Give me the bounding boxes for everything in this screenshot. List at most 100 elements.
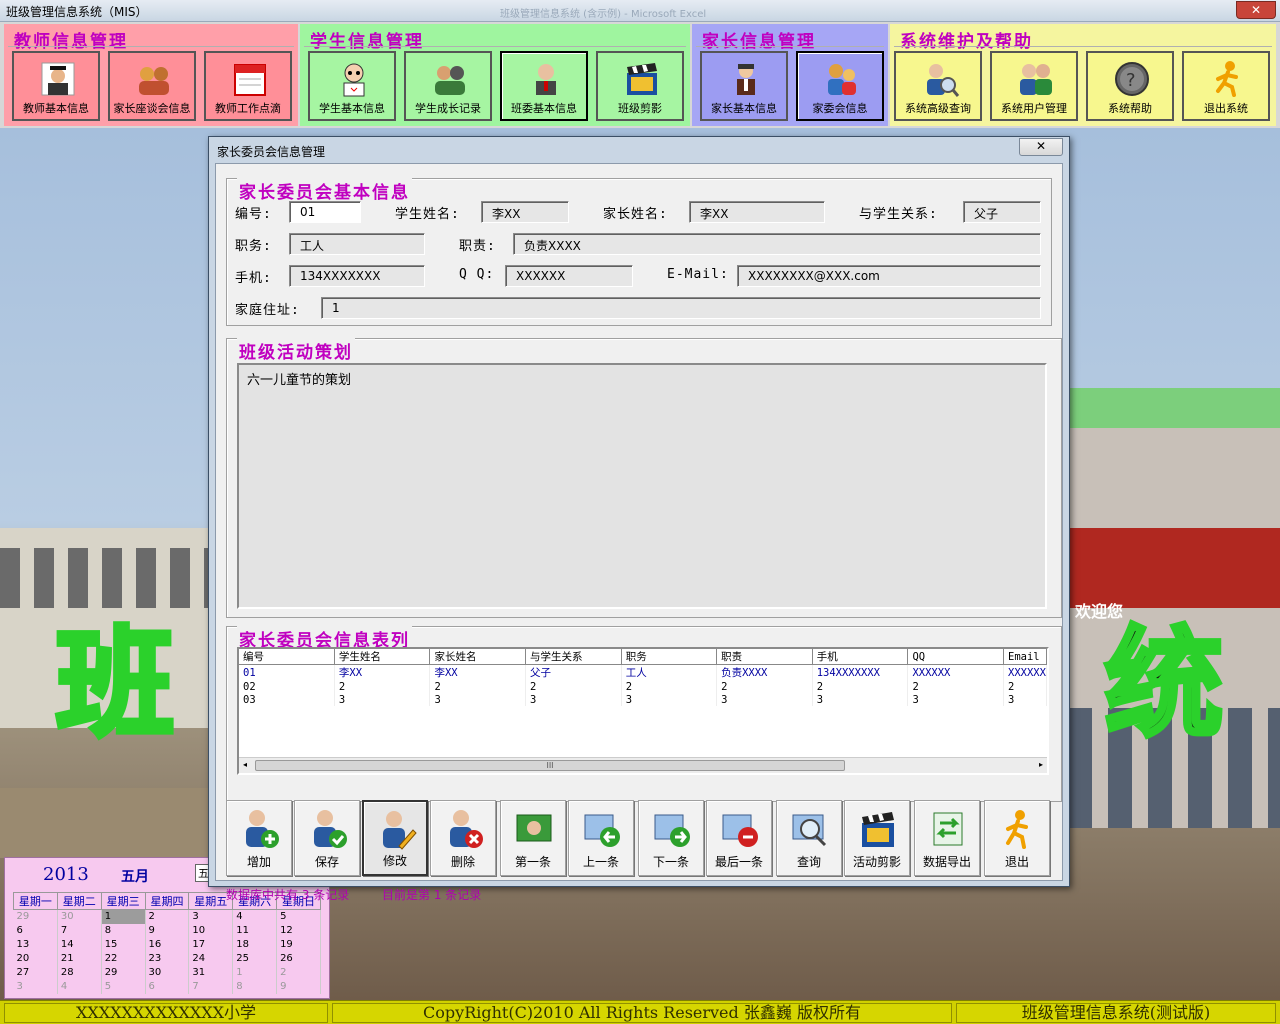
job-field[interactable]: 工人 <box>289 233 425 255</box>
relation-field[interactable]: 父子 <box>963 201 1041 223</box>
parent-committee-button[interactable]: 家委会信息 <box>796 51 884 121</box>
calendar-day[interactable]: 1 <box>232 965 278 980</box>
activity-plan-textarea[interactable]: 六一儿童节的策划 <box>237 363 1047 609</box>
calendar-day[interactable]: 23 <box>145 951 190 966</box>
calendar-day[interactable]: 3 <box>13 979 58 994</box>
column-header[interactable]: 编号 <box>239 649 335 665</box>
table-row[interactable]: 02 2 2 2 2 2 2 2 2 <box>239 680 1047 693</box>
calendar-day[interactable]: 11 <box>232 923 278 938</box>
edit-button[interactable]: 修改 <box>362 800 428 876</box>
calendar-day[interactable]: 17 <box>188 937 234 952</box>
save-button[interactable]: 保存 <box>294 800 360 876</box>
calendar-day[interactable]: 6 <box>145 979 190 994</box>
horizontal-scrollbar[interactable]: ◂ III ▸ <box>239 757 1047 773</box>
parent-meeting-button[interactable]: 家长座谈会信息 <box>108 51 196 121</box>
teacher-info-button[interactable]: 教师基本信息 <box>12 51 100 121</box>
calendar-day[interactable]: 19 <box>276 937 321 952</box>
search-button[interactable]: 查询 <box>776 800 842 876</box>
id-field[interactable]: 01 <box>289 201 361 223</box>
calendar-day[interactable]: 12 <box>276 923 321 938</box>
calendar-day[interactable]: 15 <box>101 937 146 952</box>
address-field[interactable]: 1 <box>321 297 1041 319</box>
advanced-query-button[interactable]: 系统高级查询 <box>894 51 982 121</box>
calendar-day[interactable]: 2 <box>145 909 190 924</box>
calendar-day[interactable]: 8 <box>232 979 278 994</box>
record-grid[interactable]: 编号 学生姓名 家长姓名 与学生关系 职务 职责 手机 QQ Email 01 … <box>237 647 1049 775</box>
exit-system-button[interactable]: 退出系统 <box>1182 51 1270 121</box>
table-row[interactable]: 01 李XX 李XX 父子 工人 负责XXXX 134XXXXXXX XXXXX… <box>239 664 1047 680</box>
calendar-day[interactable]: 13 <box>13 937 58 952</box>
arrow-left-icon <box>584 814 620 847</box>
scroll-right-arrow-icon[interactable]: ▸ <box>1039 760 1043 769</box>
column-header[interactable]: 与学生关系 <box>525 649 622 665</box>
dialog-close-button[interactable]: ✕ <box>1019 138 1063 156</box>
first-record-button[interactable]: 第一条 <box>500 800 566 876</box>
column-header[interactable]: QQ <box>907 649 1004 665</box>
column-header[interactable]: Email <box>1003 649 1047 665</box>
calendar-day[interactable]: 25 <box>232 951 278 966</box>
calendar-day[interactable]: 4 <box>232 909 278 924</box>
export-data-button[interactable]: 数据导出 <box>914 800 980 876</box>
system-help-button[interactable]: ? 系统帮助 <box>1086 51 1174 121</box>
scroll-left-arrow-icon[interactable]: ◂ <box>243 760 247 769</box>
user-management-button[interactable]: 系统用户管理 <box>990 51 1078 121</box>
calendar-day[interactable]: 5 <box>276 909 321 924</box>
column-header[interactable]: 家长姓名 <box>429 649 527 665</box>
duty-field[interactable]: 负责XXXX <box>513 233 1041 255</box>
column-header[interactable]: 学生姓名 <box>334 649 431 665</box>
calendar-day[interactable]: 24 <box>188 951 234 966</box>
column-header[interactable]: 手机 <box>812 649 909 665</box>
calendar-day[interactable]: 30 <box>57 909 102 924</box>
frame-title: 家长委员会基本信息 <box>237 178 412 203</box>
class-album-button[interactable]: 班级剪影 <box>596 51 684 121</box>
calendar-day[interactable]: 7 <box>57 923 102 938</box>
calendar-day[interactable]: 29 <box>13 909 58 924</box>
activity-album-button[interactable]: 活动剪影 <box>844 800 910 876</box>
table-row[interactable]: 03 3 3 3 3 3 3 3 3 <box>239 693 1047 706</box>
student-name-field[interactable]: 李XX <box>481 201 569 223</box>
class-committee-button[interactable]: 班委基本信息 <box>500 51 588 121</box>
email-field[interactable]: XXXXXXXX@XXX.com <box>737 265 1041 287</box>
calendar-day[interactable]: 7 <box>188 979 234 994</box>
next-record-button[interactable]: 下一条 <box>638 800 704 876</box>
calendar-day-selected[interactable]: 1 <box>101 909 146 924</box>
calendar-day[interactable]: 30 <box>145 965 190 980</box>
calendar-day[interactable]: 9 <box>276 979 321 994</box>
calendar-day[interactable]: 26 <box>276 951 321 966</box>
parent-info-button[interactable]: 家长基本信息 <box>700 51 788 121</box>
calendar-day[interactable]: 31 <box>188 965 234 980</box>
calendar-day[interactable]: 10 <box>188 923 234 938</box>
column-header[interactable]: 职务 <box>621 649 718 665</box>
calendar-day[interactable]: 6 <box>13 923 58 938</box>
column-header[interactable]: 职责 <box>716 649 813 665</box>
calendar-day[interactable]: 21 <box>57 951 102 966</box>
calendar-day[interactable]: 27 <box>13 965 58 980</box>
calendar-day[interactable]: 14 <box>57 937 102 952</box>
calendar-day[interactable]: 22 <box>101 951 146 966</box>
exit-button[interactable]: 退出 <box>984 800 1050 876</box>
parent-name-field[interactable]: 李XX <box>689 201 825 223</box>
arrow-right-icon <box>654 814 690 847</box>
delete-button[interactable]: 删除 <box>430 800 496 876</box>
previous-record-button[interactable]: 上一条 <box>568 800 634 876</box>
teacher-notes-button[interactable]: 教师工作点滴 <box>204 51 292 121</box>
calendar-day[interactable]: 9 <box>145 923 190 938</box>
calendar-day[interactable]: 4 <box>57 979 102 994</box>
student-info-button[interactable]: 学生基本信息 <box>308 51 396 121</box>
calendar-day[interactable]: 8 <box>101 923 146 938</box>
app-close-button[interactable]: ✕ <box>1236 1 1276 19</box>
calendar-day[interactable]: 3 <box>188 909 234 924</box>
calendar-day[interactable]: 20 <box>13 951 58 966</box>
calendar-day[interactable]: 18 <box>232 937 278 952</box>
add-button[interactable]: 增加 <box>226 800 292 876</box>
scroll-thumb[interactable]: III <box>255 760 845 771</box>
calendar-day[interactable]: 5 <box>101 979 146 994</box>
calendar-day[interactable]: 28 <box>57 965 102 980</box>
calendar-day[interactable]: 2 <box>276 965 321 980</box>
phone-field[interactable]: 134XXXXXXX <box>289 265 425 287</box>
growth-record-button[interactable]: 学生成长记录 <box>404 51 492 121</box>
qq-field[interactable]: XXXXXX <box>505 265 633 287</box>
last-record-button[interactable]: 最后一条 <box>706 800 772 876</box>
calendar-day[interactable]: 29 <box>101 965 146 980</box>
calendar-day[interactable]: 16 <box>145 937 190 952</box>
